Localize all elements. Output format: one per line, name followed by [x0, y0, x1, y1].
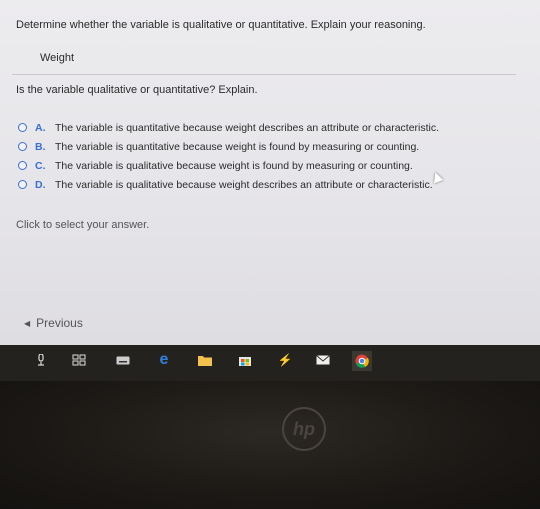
choice-d[interactable]: D. The variable is qualitative because w…	[18, 175, 439, 194]
radio-b[interactable]	[18, 142, 27, 151]
choice-letter: B.	[35, 140, 46, 153]
choice-b[interactable]: B. The variable is quantitative because …	[18, 137, 439, 156]
chrome-icon[interactable]	[352, 351, 372, 371]
choice-text: The variable is quantitative because wei…	[55, 140, 420, 153]
choice-text: The variable is qualitative because weig…	[55, 159, 413, 172]
radio-c[interactable]	[18, 161, 27, 170]
choice-text: The variable is qualitative because weig…	[55, 178, 433, 191]
question-prompt: Is the variable qualitative or quantitat…	[16, 84, 258, 96]
search-icon[interactable]	[34, 353, 48, 367]
choice-letter: A.	[35, 121, 46, 134]
file-explorer-icon[interactable]	[198, 353, 212, 367]
choice-letter: C.	[35, 159, 46, 172]
instruction-text: Click to select your answer.	[16, 219, 150, 231]
radio-a[interactable]	[18, 123, 27, 132]
hp-logo: hp	[282, 407, 326, 451]
divider	[12, 74, 516, 75]
choice-a[interactable]: A. The variable is quantitative because …	[18, 118, 439, 137]
choice-c[interactable]: C. The variable is qualitative because w…	[18, 156, 439, 175]
visual-studio-icon[interactable]: ⚡	[278, 353, 293, 367]
variable-name: Weight	[40, 52, 75, 64]
question-title: Determine whether the variable is qualit…	[16, 19, 426, 31]
mail-icon[interactable]	[316, 353, 330, 367]
previous-button[interactable]: ◀ Previous	[24, 316, 83, 330]
hand-cursor-icon	[430, 170, 444, 184]
chevron-left-icon: ◀	[24, 318, 31, 328]
choice-letter: D.	[35, 178, 46, 191]
edge-icon[interactable]: e	[157, 351, 171, 368]
task-view-icon[interactable]	[72, 353, 86, 367]
previous-label: Previous	[36, 316, 83, 330]
screen: Determine whether the variable is qualit…	[0, 0, 540, 345]
radio-d[interactable]	[18, 180, 27, 189]
answer-choices: A. The variable is quantitative because …	[18, 118, 439, 194]
choice-text: The variable is quantitative because wei…	[55, 121, 440, 134]
keyboard-icon[interactable]	[116, 353, 130, 367]
taskbar: e ⚡	[0, 345, 540, 381]
laptop-bezel: hp	[0, 381, 540, 509]
store-icon[interactable]	[238, 353, 252, 367]
